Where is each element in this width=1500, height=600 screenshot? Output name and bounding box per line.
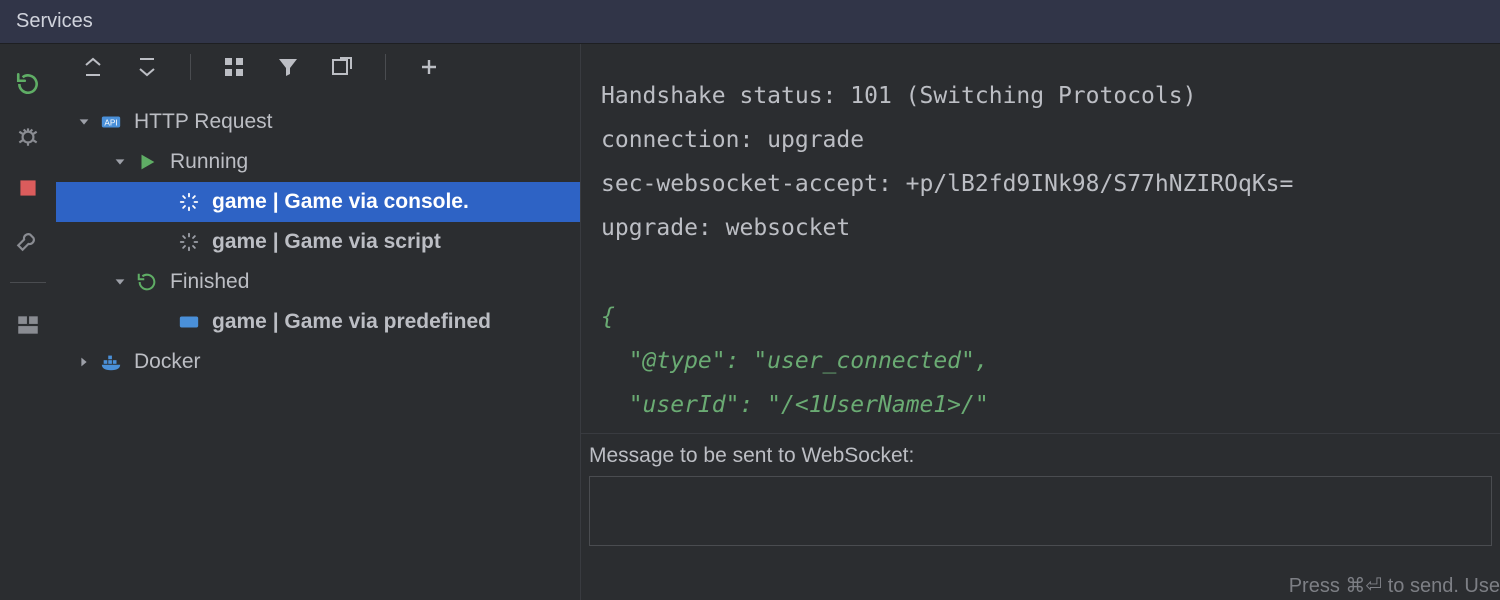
toolbar-separator xyxy=(190,54,191,80)
tree-toolbar xyxy=(56,44,580,90)
toolbar-separator xyxy=(385,54,386,80)
panel-title-text: Services xyxy=(16,10,93,33)
node-label: HTTP Request xyxy=(134,110,273,134)
add-service-icon[interactable] xyxy=(412,50,446,84)
panel-title: Services xyxy=(0,0,1500,44)
spinner-icon xyxy=(176,231,202,253)
send-hint: Press ⌘⏎ to send. Use xyxy=(1289,573,1500,598)
tree-node-game-predefined[interactable]: game | Game via predefined xyxy=(56,302,580,342)
chevron-down-icon[interactable] xyxy=(74,115,94,129)
stop-icon[interactable] xyxy=(14,174,42,202)
filter-icon[interactable] xyxy=(271,50,305,84)
rerun-icon[interactable] xyxy=(14,70,42,98)
node-label: game | Game via predefined xyxy=(212,310,491,334)
wrench-icon[interactable] xyxy=(14,226,42,254)
layout-icon[interactable] xyxy=(14,311,42,339)
message-input-area: Message to be sent to WebSocket: Press ⌘… xyxy=(581,434,1500,600)
node-label: game | Game via script xyxy=(212,230,441,254)
spinner-icon xyxy=(176,191,202,213)
output-json-line: "userId": "/<1UserName1>/" xyxy=(601,383,1480,427)
chevron-right-icon[interactable] xyxy=(74,355,94,369)
output-line: sec-websocket-accept: +p/lB2fd9INk98/S77… xyxy=(601,162,1480,206)
tree-node-docker[interactable]: Docker xyxy=(56,342,580,382)
services-tree[interactable]: API HTTP Request Running game | Game via… xyxy=(56,90,580,382)
group-by-icon[interactable] xyxy=(217,50,251,84)
collapse-all-icon[interactable] xyxy=(130,50,164,84)
tree-node-finished[interactable]: Finished xyxy=(56,262,580,302)
output-line: upgrade: websocket xyxy=(601,206,1480,250)
output-line: Handshake status: 101 (Switching Protoco… xyxy=(601,74,1480,118)
node-label: Finished xyxy=(170,270,249,294)
tree-node-game-console[interactable]: game | Game via console. xyxy=(56,182,580,222)
gutter-separator xyxy=(10,282,46,283)
output-json-line: "@type": "user_connected", xyxy=(601,339,1480,383)
message-input[interactable] xyxy=(589,476,1492,546)
output-line: connection: upgrade xyxy=(601,118,1480,162)
bug-icon[interactable] xyxy=(14,122,42,150)
node-label: Docker xyxy=(134,350,201,374)
api-icon xyxy=(176,311,202,333)
svg-text:API: API xyxy=(104,119,117,128)
main-area: API HTTP Request Running game | Game via… xyxy=(0,44,1500,600)
open-tab-icon[interactable] xyxy=(325,50,359,84)
play-icon xyxy=(134,151,160,173)
chevron-down-icon[interactable] xyxy=(110,155,130,169)
rerun-icon xyxy=(134,271,160,293)
node-label: Running xyxy=(170,150,248,174)
output-line xyxy=(601,251,1480,295)
expand-all-icon[interactable] xyxy=(76,50,110,84)
node-label: game | Game via console. xyxy=(212,190,469,214)
tree-node-http-request[interactable]: API HTTP Request xyxy=(56,102,580,142)
chevron-down-icon[interactable] xyxy=(110,275,130,289)
output-json-line: { xyxy=(601,295,1480,339)
action-gutter xyxy=(0,44,56,600)
tree-node-running[interactable]: Running xyxy=(56,142,580,182)
services-tree-panel: API HTTP Request Running game | Game via… xyxy=(56,44,580,600)
websocket-output[interactable]: Handshake status: 101 (Switching Protoco… xyxy=(581,44,1500,434)
tree-node-game-script[interactable]: game | Game via script xyxy=(56,222,580,262)
message-input-label: Message to be sent to WebSocket: xyxy=(581,440,1500,474)
api-icon: API xyxy=(98,111,124,133)
docker-icon xyxy=(98,351,124,373)
detail-panel: Handshake status: 101 (Switching Protoco… xyxy=(580,44,1500,600)
